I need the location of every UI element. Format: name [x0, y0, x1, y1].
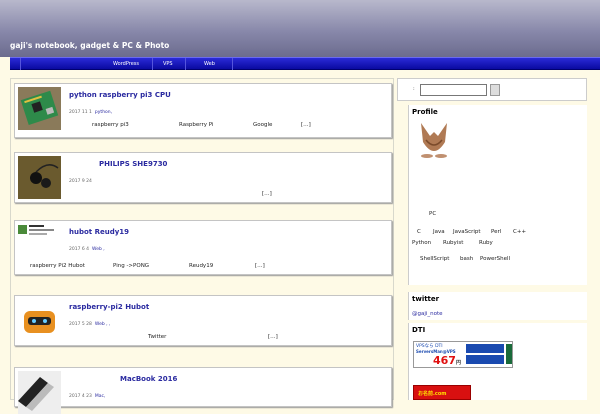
search-button[interactable] — [490, 84, 500, 96]
post-card: MacBook 2016 2017 4 23 Mac, — [14, 367, 392, 414]
sidebar: : Profile PC C Java JavaScript Perl C++ … — [397, 78, 587, 400]
post-date: 2017 9 24 — [69, 179, 92, 184]
widget-title: twitter — [412, 295, 440, 303]
nav-divider — [185, 58, 186, 70]
ad-info-block — [466, 355, 504, 364]
search-widget: : — [397, 78, 587, 101]
post-date: 2017 5 28 — [69, 322, 92, 327]
raspberry-pi-board-thumbnail[interactable] — [18, 87, 61, 130]
twitter-link[interactable]: @gaji_note — [412, 311, 443, 317]
profile-text: Ruby — [479, 240, 493, 246]
post-meta: 2017 9 24 — [69, 179, 92, 184]
profile-text: C — [417, 229, 421, 235]
post-category[interactable]: Mac, — [95, 394, 106, 399]
read-more-link[interactable]: […] — [262, 191, 272, 197]
dti-widget: DTI VPSなら DTI ServersMan@VPS 467円 お名前.co… — [408, 323, 587, 400]
site-header: gaji's notebook, gadget & PC & Photo — [0, 0, 600, 57]
post-excerpt: Google — [253, 122, 273, 128]
vps-ad-banner[interactable]: VPSなら DTI ServersMan@VPS 467円 — [413, 341, 513, 368]
widget-title: Profile — [412, 108, 438, 116]
post-card: hubot Reudy19 2017 6 4 Web , raspberry Pi… — [14, 220, 392, 275]
post-date: 2017 4 23 — [69, 394, 92, 399]
main-nav: WordPress VPS Web — [10, 57, 600, 70]
profile-text: C++ — [513, 229, 527, 235]
post-title[interactable]: raspberry-pi2 Hubot — [69, 303, 149, 311]
nav-divider — [152, 58, 153, 70]
nav-divider — [232, 58, 233, 70]
post-card: python raspberry pi3 CPU 2017 11 1 python… — [14, 83, 392, 138]
read-more-link[interactable]: […] — [268, 334, 278, 340]
profile-text: Perl — [491, 229, 502, 235]
profile-avatar[interactable] — [415, 120, 453, 162]
search-input[interactable] — [420, 84, 487, 96]
ad-price: 467円 — [433, 354, 461, 367]
widget-title: DTI — [412, 326, 426, 334]
post-title[interactable]: MacBook 2016 — [120, 375, 177, 383]
profile-text: bash — [460, 256, 474, 262]
onamae-ad-banner[interactable]: お名前.com — [413, 385, 471, 400]
nav-divider — [20, 58, 21, 70]
site-title[interactable]: gaji's notebook, gadget & PC & Photo — [10, 41, 169, 50]
nav-item-wordpress[interactable]: WordPress — [113, 61, 139, 67]
post-meta: 2017 11 1 python, — [69, 110, 112, 115]
post-excerpt: raspberry pi3 — [92, 122, 129, 128]
post-date: 2017 11 1 — [69, 110, 92, 115]
post-excerpt: Reudy19 — [189, 263, 214, 269]
post-meta: 2017 4 23 Mac, — [69, 394, 105, 399]
post-title[interactable]: hubot Reudy19 — [69, 228, 129, 236]
profile-text: Python — [412, 240, 432, 246]
ad-side-strip — [506, 344, 512, 364]
nav-item-vps[interactable]: VPS — [163, 61, 173, 67]
post-list: python raspberry pi3 CPU 2017 11 1 python… — [10, 78, 394, 414]
twitter-widget: twitter @gaji_note — [408, 292, 587, 320]
profile-text: Java — [433, 229, 445, 235]
post-meta: 2017 5 28 Web , , — [69, 322, 110, 327]
nav-item-web[interactable]: Web — [204, 61, 215, 67]
post-date: 2017 6 4 — [69, 247, 90, 252]
post-category[interactable]: python, — [95, 110, 112, 115]
post-title[interactable]: python raspberry pi3 CPU — [69, 91, 171, 99]
profile-text: PC — [429, 211, 437, 217]
post-card: PHILIPS SHE9730 2017 9 24 […] — [14, 152, 392, 203]
read-more-link[interactable]: […] — [301, 122, 311, 128]
earphone-thumbnail[interactable] — [18, 156, 61, 199]
profile-text: PowerShell — [480, 256, 511, 262]
post-title[interactable]: PHILIPS SHE9730 — [99, 160, 167, 168]
profile-text: JavaScript — [453, 229, 481, 235]
post-excerpt: Raspberry Pi — [179, 122, 214, 128]
profile-widget: Profile PC C Java JavaScript Perl C++ Py… — [408, 105, 587, 285]
profile-text: ShellScript — [420, 256, 450, 262]
post-card: raspberry-pi2 Hubot 2017 5 28 Web , , Twi… — [14, 295, 392, 346]
post-category[interactable]: Web , — [92, 247, 105, 252]
post-meta: 2017 6 4 Web , — [69, 247, 105, 252]
post-excerpt: Twitter — [148, 334, 167, 340]
robot-thumbnail[interactable] — [18, 299, 61, 342]
search-label: : — [413, 86, 415, 92]
ad-info-block — [466, 344, 504, 353]
hubot-screenshot-thumbnail[interactable] — [18, 224, 61, 238]
post-excerpt: raspberry Pi2 Hubot — [30, 263, 85, 269]
read-more-link[interactable]: […] — [255, 263, 265, 269]
post-excerpt: Ping ->PONG — [113, 263, 150, 269]
macbook-thumbnail[interactable] — [18, 371, 61, 414]
profile-text: Rubyist — [443, 240, 464, 246]
post-category[interactable]: Web , , — [95, 322, 111, 327]
